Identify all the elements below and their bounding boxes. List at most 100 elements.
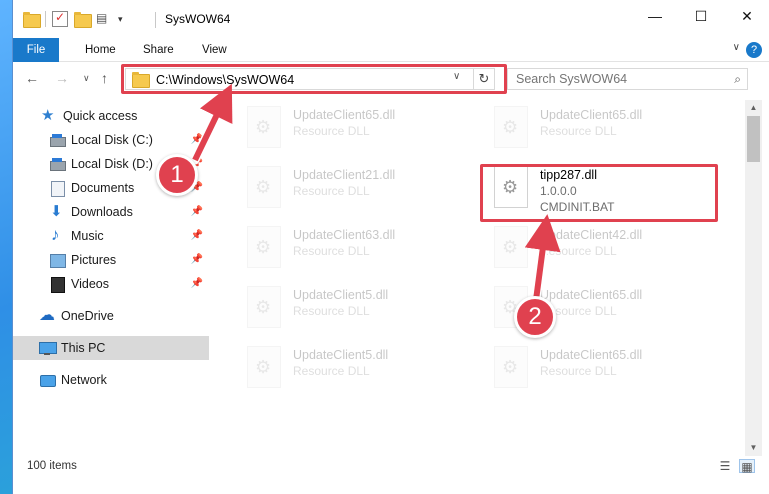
list-item[interactable]: UpdateClient65.dll Resource DLL <box>480 282 710 334</box>
sidebar-item-pictures[interactable]: Pictures 📌 <box>13 248 209 272</box>
sidebar-item-this-pc[interactable]: This PC <box>13 336 209 360</box>
expand-ribbon-icon[interactable]: ∨ <box>733 42 740 53</box>
dll-file-icon <box>247 346 281 388</box>
file-name: UpdateClient42.dll <box>540 228 643 242</box>
dll-file-icon <box>247 106 281 148</box>
back-button[interactable]: ← <box>25 70 39 86</box>
list-item[interactable]: UpdateClient65.dll Resource DLL <box>480 342 710 394</box>
chevron-down-icon[interactable]: ▾ <box>118 14 123 25</box>
sidebar-item-music[interactable]: Music 📌 <box>13 224 209 248</box>
file-type: Resource DLL <box>540 124 617 138</box>
search-icon[interactable]: ⌕ <box>734 72 741 87</box>
file-type: Resource DLL <box>540 244 617 258</box>
search-box[interactable]: ⌕ <box>507 68 748 90</box>
tab-file[interactable]: File <box>13 38 59 62</box>
file-name: UpdateClient21.dll <box>293 168 396 182</box>
minimize-button[interactable]: — <box>632 0 678 32</box>
file-type: Resource DLL <box>293 244 370 258</box>
file-list: UpdateClient65.dll Resource DLL UpdateCl… <box>223 100 744 444</box>
address-highlight-box <box>121 64 507 94</box>
list-item[interactable]: UpdateClient5.dll Resource DLL <box>233 342 463 394</box>
sidebar-item-label: Local Disk (D:) <box>71 157 153 171</box>
network-icon <box>39 372 56 388</box>
sidebar-item-label: Quick access <box>63 109 138 123</box>
dll-file-icon <box>494 346 528 388</box>
item-count: 100 items <box>27 460 77 472</box>
sidebar-item-network[interactable]: Network <box>13 368 209 392</box>
dll-file-icon <box>247 166 281 208</box>
vertical-scrollbar[interactable]: ▲ ▼ <box>745 100 762 456</box>
properties-icon[interactable] <box>52 10 68 27</box>
file-name: UpdateClient63.dll <box>293 228 396 242</box>
file-type: Resource DLL <box>293 184 370 198</box>
sidebar-item-label: This PC <box>61 341 106 355</box>
sidebar-item-label: Downloads <box>71 205 133 219</box>
callout-badge-2: 2 <box>514 296 556 338</box>
tab-share[interactable]: Share <box>143 38 174 62</box>
file-name: UpdateClient5.dll <box>293 348 389 362</box>
list-item[interactable]: UpdateClient63.dll Resource DLL <box>233 222 463 274</box>
list-item[interactable]: UpdateClient21.dll Resource DLL <box>233 162 463 214</box>
file-explorer-window: ▤ ▾ SysWOW64 — ☐ ✕ File Home Share View … <box>12 0 769 494</box>
sidebar-item-downloads[interactable]: Downloads 📌 <box>13 200 209 224</box>
sidebar-item-videos[interactable]: Videos 📌 <box>13 272 209 296</box>
details-view-icon[interactable]: ☰ <box>717 459 733 473</box>
customize-toolbar-icon[interactable]: ▤ <box>96 11 112 27</box>
navigation-pane: Quick access Local Disk (C:) 📌 Local Dis… <box>13 100 209 444</box>
pin-icon[interactable]: 📌 <box>191 230 203 241</box>
pictures-icon <box>49 252 66 268</box>
sidebar-item-local-disk-c[interactable]: Local Disk (C:) 📌 <box>13 128 209 152</box>
recent-locations-button[interactable]: ∨ <box>83 73 90 84</box>
sidebar-item-label: Music <box>71 229 104 243</box>
pin-icon[interactable]: 📌 <box>191 206 203 217</box>
large-icons-view-icon[interactable]: ▦ <box>739 459 755 474</box>
star-icon <box>41 106 57 124</box>
search-input[interactable] <box>516 72 716 86</box>
downloads-icon <box>49 202 65 220</box>
tab-home[interactable]: Home <box>85 38 116 62</box>
sidebar-item-label: Pictures <box>71 253 117 267</box>
pin-icon[interactable]: 📌 <box>191 134 203 145</box>
documents-icon <box>49 180 65 197</box>
sidebar-item-label: Network <box>61 373 107 387</box>
sidebar-item-quick-access[interactable]: Quick access <box>13 104 209 128</box>
list-item[interactable]: UpdateClient42.dll Resource DLL <box>480 222 710 274</box>
sidebar-item-onedrive[interactable]: OneDrive <box>13 304 209 328</box>
list-item[interactable]: UpdateClient65.dll Resource DLL <box>233 102 463 154</box>
videos-icon <box>49 276 65 293</box>
divider <box>45 11 46 27</box>
title-bar: ▤ ▾ SysWOW64 — ☐ ✕ <box>13 0 769 38</box>
maximize-button[interactable]: ☐ <box>678 0 724 32</box>
up-button[interactable]: ↑ <box>101 70 108 86</box>
list-item[interactable]: UpdateClient5.dll Resource DLL <box>233 282 463 334</box>
disk-icon <box>49 132 66 148</box>
pin-icon[interactable]: 📌 <box>191 254 203 265</box>
scrollbar-thumb[interactable] <box>747 116 760 162</box>
quick-access-toolbar: ▤ ▾ <box>23 10 123 28</box>
disk-icon <box>49 156 66 172</box>
dll-file-icon <box>247 226 281 268</box>
tab-view[interactable]: View <box>202 38 227 62</box>
file-name: UpdateClient65.dll <box>540 348 643 362</box>
sidebar-item-label: OneDrive <box>61 309 114 323</box>
sidebar-item-label: Local Disk (C:) <box>71 133 153 147</box>
sidebar-item-label: Videos <box>71 277 109 291</box>
forward-button[interactable]: → <box>55 70 69 86</box>
new-folder-icon[interactable] <box>74 11 92 28</box>
file-type: Resource DLL <box>293 364 370 378</box>
scroll-down-icon[interactable]: ▼ <box>745 440 762 456</box>
pin-icon[interactable]: 📌 <box>191 278 203 289</box>
dll-file-icon <box>494 106 528 148</box>
help-icon[interactable]: ? <box>746 42 762 58</box>
ribbon-tabs: File Home Share View ∨ ? <box>13 38 769 62</box>
file-name: UpdateClient5.dll <box>293 288 389 302</box>
scroll-up-icon[interactable]: ▲ <box>745 100 762 116</box>
file-highlight-box <box>480 164 718 222</box>
file-name: UpdateClient65.dll <box>540 288 643 302</box>
file-name: UpdateClient65.dll <box>540 108 643 122</box>
file-type: Resource DLL <box>293 304 370 318</box>
window-title: SysWOW64 <box>165 12 231 26</box>
list-item[interactable]: UpdateClient65.dll Resource DLL <box>480 102 710 154</box>
music-icon <box>49 225 65 245</box>
close-button[interactable]: ✕ <box>724 0 769 32</box>
